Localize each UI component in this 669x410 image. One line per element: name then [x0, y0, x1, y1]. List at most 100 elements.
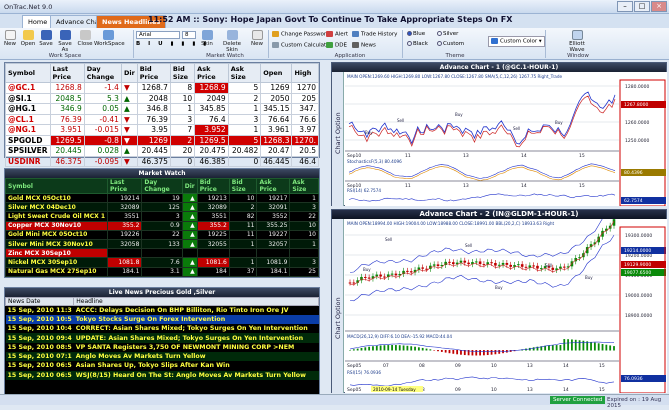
watchlist-col-header[interactable]: Last Price — [49, 63, 85, 83]
news-row[interactable]: 15 Sep, 2010 07:1 Anglo Moves Av Markets … — [5, 351, 319, 362]
radio-dot — [407, 41, 412, 46]
watchlist-col-header[interactable]: Ask Price — [194, 63, 229, 83]
minimize-button[interactable]: – — [617, 1, 633, 12]
mw-col-header[interactable]: Symbol — [4, 178, 109, 194]
chart1-canvas[interactable]: MAIN OPEN:1269.60 HIGH:1269.80 LOW:1267.… — [345, 72, 667, 206]
quote-cell: 1270. — [291, 134, 319, 146]
news-row[interactable]: 15 Sep, 2010 09:4 UPDATE: Asian Shares Mi… — [5, 333, 319, 343]
macd-bar — [402, 345, 405, 351]
skin-button[interactable]: Skin — [199, 30, 215, 47]
mw-value-cell: 10 — [289, 229, 319, 240]
watchlist-row[interactable]: @HG.1 346.9 0.05 ▲ 346.8 1 345.85 1 345.15 347. — [5, 103, 319, 115]
trade-history-button[interactable]: Trade History — [352, 31, 397, 38]
mw-row[interactable]: Zinc MCX 30Sep10 — [4, 248, 319, 259]
news-row[interactable]: 15 Sep, 2010 08:5 VP SANTA Registers 3,75… — [6, 343, 319, 352]
watchlist-row[interactable]: USDINR 46.375 -0.095 ▼ 46.375 0 46.385 0 46.445 4… — [5, 155, 319, 167]
quote-cell: 2049 — [194, 92, 229, 104]
news-row[interactable]: 15 Sep, 2010 10:5 Tokyo Stocks Surge On F… — [5, 314, 319, 325]
mw-row[interactable]: Nickel MCX 30Sep10 1081.8 7.6 ▲ 1081.6 1 1081.… — [4, 257, 319, 268]
mw-row[interactable]: Copper MCX 30Nov10 355.2 0.9 ▲ 355.2 11 355.25… — [4, 220, 319, 231]
advance-chart-1[interactable]: Advance Chart - 1 (@GC.1-HOUR-1) Chart O… — [331, 62, 667, 206]
workspace-button[interactable]: WorkSpace — [94, 30, 125, 47]
watchlist-col-header[interactable]: Day Change — [83, 63, 122, 83]
mw-value-cell: 3.1 — [141, 266, 183, 277]
mw-symbol-cell: Silver MCX 04Dec10 — [4, 202, 109, 213]
watchlist-row[interactable]: SPSILVER 20.445 0.028 ▲ 20.445 20 20.475 20.482… — [5, 145, 319, 157]
mw-col-header[interactable]: Dir — [181, 178, 198, 194]
mw-row[interactable]: Gold MCX 05Oct10 19214 19 ▲ 19213 10 19217 1 — [4, 192, 319, 204]
quote-cell: -0.41 — [83, 113, 122, 125]
chart2-canvas[interactable]: MAIN OPEN:18994.00 HIGH:19004.00 LOW:189… — [345, 219, 667, 393]
history-icon — [352, 31, 359, 37]
theme-silver-radio[interactable]: Silver — [437, 31, 458, 37]
watchlist-row[interactable]: @SI.1 2048.5 5.3 ▲ 2048 10 2049 2 2050 205 — [5, 92, 319, 104]
quote-cell: 7 — [169, 124, 196, 136]
mw-row[interactable]: Natural Gas MCX 27Sep10 184.1 3.1 ▲ 184 37 184… — [4, 266, 319, 277]
new-skin-button[interactable]: New — [249, 30, 265, 47]
theme-black-radio[interactable]: Black — [407, 41, 428, 47]
news-row[interactable]: 15 Sep, 2010 06:5 WSJ(8/15) Heard On The … — [5, 370, 319, 380]
change-password-button[interactable]: Change Password — [272, 31, 330, 38]
delete-skin-button[interactable]: Delete Skin — [218, 30, 246, 53]
watchlist-row[interactable]: SPGOLD 1269.5 -0.8 ▼ 1269 2 1269.5 5 1268.3 1270. — [5, 134, 319, 146]
mw-col-header[interactable]: Bid Price — [196, 178, 230, 194]
font-name-select[interactable]: Arial — [136, 31, 180, 39]
dde-button[interactable]: DDE — [326, 42, 347, 49]
mw-col-header[interactable]: Day Change — [141, 178, 183, 194]
quote-cell: 20.47 — [260, 145, 293, 157]
elliott-wave-button[interactable]: Elliott Wave — [562, 30, 592, 53]
custom-calculator-button[interactable]: Custom Calculator — [272, 42, 332, 49]
watchlist-row[interactable]: @GC.1 1268.8 -1.4 ▼ 1268.7 8 1268.9 5 1269 1270 — [5, 82, 319, 94]
macd-bar — [425, 348, 428, 351]
mw-row[interactable]: Silver MCX 04Dec10 32089 125 ▲ 32089 2 32091 3 — [4, 202, 319, 213]
mw-col-header[interactable]: Ask Size — [289, 178, 319, 194]
watchlist-col-header[interactable]: Open — [260, 63, 293, 83]
live-news-panel: Live News Precious Gold ,Silver News Dat… — [4, 287, 320, 397]
watchlist-col-header[interactable]: Bid Price — [136, 63, 171, 83]
mw-col-header[interactable]: Ask Price — [256, 178, 291, 194]
alert-button[interactable]: Alert — [326, 31, 348, 38]
mw-row[interactable]: Light Sweet Crude Oil MCX 1 3551 3 ▲ 3551 82 3… — [4, 211, 319, 222]
news-row[interactable]: 15 Sep, 2010 10:4 CORRECT: Asian Shares M… — [6, 324, 319, 333]
macd-bar — [379, 345, 382, 351]
theme-custom-radio[interactable]: Custom — [437, 41, 464, 47]
save-button[interactable]: Save — [38, 30, 54, 47]
macd-bar — [421, 347, 424, 351]
chart1-options-bar[interactable]: Chart Option — [332, 72, 344, 206]
theme-blue-radio[interactable]: Blue — [407, 31, 425, 37]
tab-home[interactable]: Home — [22, 15, 54, 28]
chart1-date-label-2: 14 — [521, 183, 527, 189]
advance-chart-2[interactable]: Advance Chart - 2 (IN@GLDM-1-HOUR-1) Cha… — [331, 209, 667, 393]
chart2-date-label: 15 — [599, 363, 605, 369]
headline-header[interactable]: Headline — [73, 297, 319, 306]
elliott-wave-icon — [571, 30, 583, 40]
custom-color-dropdown[interactable]: Custom Color ▾ — [488, 36, 545, 47]
news-button[interactable]: News — [352, 42, 376, 49]
watchlist-row[interactable]: @CL.1 76.39 -0.41 ▼ 76.39 3 76.4 3 76.64 76.6 — [5, 113, 319, 125]
mw-value-cell — [289, 248, 319, 259]
save-as-button[interactable]: Save As — [55, 30, 75, 53]
news-row[interactable]: 15 Sep, 2010 11:3 ACCC: Delays Decision O… — [6, 306, 319, 315]
maximize-button[interactable]: □ — [634, 1, 650, 12]
new-button[interactable]: New — [2, 30, 18, 47]
watchlist-col-header[interactable]: Bid Size — [169, 63, 196, 83]
quote-cell: 1268.3 — [260, 134, 293, 146]
close-window-button[interactable]: × — [651, 1, 667, 12]
watchlist-row[interactable]: @NG.1 3.951 -0.015 ▼ 3.95 7 3.952 1 3.961 3.97 — [5, 124, 319, 136]
mw-row[interactable]: Silver Mini MCX 30Nov10 32058 133 ▲ 32055 1 32… — [4, 238, 319, 250]
font-size-select[interactable]: 8 — [182, 31, 196, 39]
mw-col-header[interactable]: Bid Size — [228, 178, 258, 194]
watchlist-col-header[interactable]: Dir — [120, 63, 138, 83]
news-date-header[interactable]: News Date — [4, 297, 75, 306]
quote-cell: 0.05 — [83, 103, 122, 115]
watchlist-col-header[interactable]: Symbol — [5, 63, 51, 83]
quote-cell: 20.475 — [194, 145, 229, 157]
watchlist-col-header[interactable]: High — [291, 63, 319, 83]
mw-col-header[interactable]: Last Price — [107, 178, 143, 194]
watchlist-col-header[interactable]: Ask Size — [227, 63, 262, 83]
open-button[interactable]: Open — [20, 30, 36, 47]
news-row[interactable]: 15 Sep, 2010 06:5 Asian Shares Up, Tokyo … — [6, 361, 319, 370]
close-button[interactable]: Close — [77, 30, 93, 47]
mw-row[interactable]: Gold Mini MCX 05Oct10 19226 22 ▲ 19225 11 1922… — [4, 229, 319, 240]
chart2-options-bar[interactable]: Chart Option — [332, 219, 344, 393]
